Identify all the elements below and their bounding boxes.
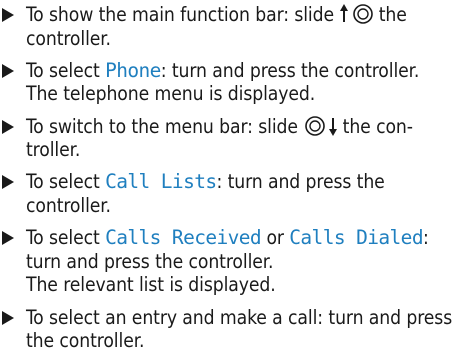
instruction-list: To show the main function bar: slide the…: [0, 3, 465, 361]
step-text: To select an entry and make a call: turn…: [26, 305, 453, 353]
controller-slide-up-icon: [340, 4, 374, 24]
step-text: : turn and press the controller.: [160, 58, 420, 82]
instruction-step: To select Call Lists: turn and press the…: [0, 170, 465, 217]
bullet-arrow-icon: [2, 231, 14, 246]
menu-item-name: Phone: [105, 58, 161, 82]
step-text: To switch to the menu bar: slide: [26, 114, 304, 138]
step-text: To select: [26, 226, 106, 250]
bullet-arrow-icon: [2, 63, 14, 78]
step-text: The relevant list is displayed.: [26, 273, 276, 297]
menu-item-name: Calls Received: [105, 226, 262, 250]
bullet-arrow-icon: [2, 119, 14, 134]
menu-item-name: Call Lists: [105, 170, 217, 194]
bullet-arrow-icon: [2, 310, 14, 325]
instruction-step: To switch to the menu bar: slide the con…: [0, 115, 465, 162]
instruction-step: To show the main function bar: slide the…: [0, 3, 465, 50]
step-text: To select: [26, 170, 106, 194]
step-text: or: [261, 226, 290, 250]
step-text: To show the main function bar: slide: [26, 3, 340, 26]
step-text: To select: [26, 58, 106, 82]
bullet-arrow-icon: [2, 8, 14, 22]
bullet-arrow-icon: [2, 175, 14, 190]
instruction-step: To select an entry and make a call: turn…: [0, 306, 465, 353]
instruction-step: To select Phone: turn and press the cont…: [0, 59, 465, 106]
instruction-page: To show the main function bar: slide the…: [0, 0, 465, 362]
instruction-step: To select Calls Received or Calls Dialed…: [0, 226, 465, 297]
step-text: The telephone menu is displayed.: [26, 82, 316, 106]
menu-item-name: Calls Dialed: [289, 226, 423, 250]
controller-slide-down-icon: [305, 115, 338, 136]
